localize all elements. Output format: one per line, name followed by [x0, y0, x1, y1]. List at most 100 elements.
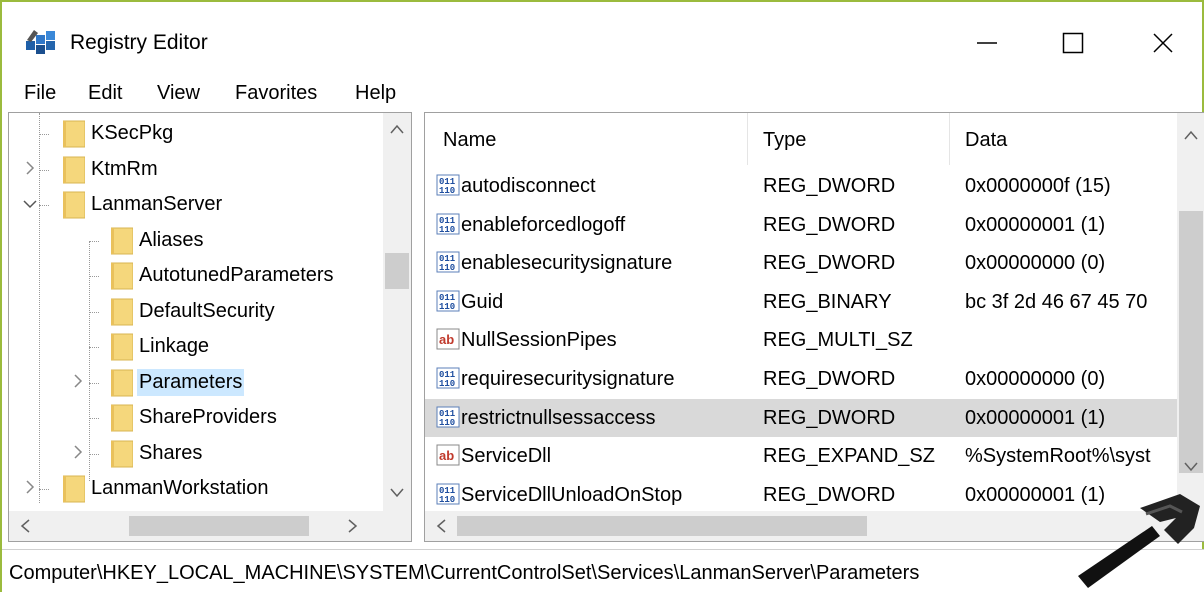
- scroll-up-icon[interactable]: [387, 119, 407, 139]
- tree-item[interactable]: Linkage: [9, 330, 383, 364]
- registry-value-type: REG_DWORD: [763, 368, 896, 390]
- status-bar: Computer\HKEY_LOCAL_MACHINE\SYSTEM\Curre…: [2, 549, 1204, 592]
- registry-value-row[interactable]: 011 110 Guid REG_BINARY bc 3f 2d 46 67 45 70: [425, 283, 1185, 321]
- binary-value-icon: 011110: [436, 290, 460, 312]
- menu-view[interactable]: View: [157, 82, 200, 105]
- svg-text:110: 110: [439, 186, 455, 196]
- tree-item[interactable]: KtmRm: [9, 153, 383, 187]
- window-title: Registry Editor: [70, 31, 208, 54]
- registry-value-row[interactable]: 011 110 enablesecuritysignature REG_DWORD 0x…: [425, 244, 1185, 282]
- minimize-button[interactable]: [952, 18, 1022, 68]
- registry-value-type: REG_DWORD: [763, 406, 896, 429]
- tree-item-label: DefaultSecurity: [139, 299, 275, 322]
- registry-value-type: REG_DWORD: [763, 213, 896, 236]
- tree-item[interactable]: Aliases: [9, 224, 383, 258]
- tree-vscroll-thumb[interactable]: [385, 253, 409, 289]
- tree-item[interactable]: ShareProviders: [9, 401, 383, 435]
- registry-value-row[interactable]: ab NullSessionPipes REG_MULTI_SZ: [425, 321, 1185, 359]
- tree-item-label: LanmanServer: [91, 193, 223, 215]
- scroll-up-icon[interactable]: [1181, 125, 1201, 145]
- hammer-logo-icon: [1078, 494, 1200, 588]
- scroll-left-icon[interactable]: [15, 516, 35, 536]
- menu-edit[interactable]: Edit: [88, 82, 122, 105]
- tree-item[interactable]: AutotunedParameters: [9, 259, 383, 293]
- tree-hscroll-thumb[interactable]: [129, 516, 309, 536]
- collapse-chevron-icon[interactable]: [23, 193, 37, 213]
- registry-value-row[interactable]: ab ServiceDll REG_EXPAND_SZ %SystemRoot%\sy…: [425, 437, 1185, 475]
- registry-editor-window: Registry Editor File Edit View Favorites…: [0, 0, 1204, 592]
- registry-value-row[interactable]: 011 110 enableforcedlogoff REG_DWORD 0x00000…: [425, 206, 1185, 244]
- tree-connector: [89, 418, 99, 419]
- svg-text:110: 110: [439, 418, 455, 428]
- column-header-data[interactable]: Data: [965, 113, 1007, 165]
- folder-icon: [111, 298, 133, 325]
- maximize-icon: [1062, 32, 1084, 54]
- values-hscroll-thumb[interactable]: [457, 516, 867, 536]
- registry-value-name: requiresecuritysignature: [461, 368, 675, 390]
- title-bar[interactable]: Registry Editor: [2, 2, 1202, 78]
- registry-value-type: REG_DWORD: [763, 252, 896, 275]
- tree-vertical-scrollbar[interactable]: [383, 113, 411, 511]
- tree-connector: [89, 276, 99, 277]
- registry-value-name: ServiceDll: [461, 445, 552, 468]
- tree-item[interactable]: LanmanWorkstation: [9, 472, 383, 506]
- tree-item[interactable]: DefaultSecurity: [9, 295, 383, 329]
- expand-chevron-icon[interactable]: [71, 442, 85, 462]
- column-separator[interactable]: [747, 113, 748, 165]
- menu-file[interactable]: File: [24, 82, 56, 105]
- binary-value-icon: 011110: [436, 483, 460, 505]
- expand-chevron-icon[interactable]: [23, 477, 37, 497]
- tree-item-label: Shares: [139, 441, 203, 464]
- registry-value-data: 0x00000001 (1): [965, 406, 1106, 429]
- tree-item-label: Aliases: [139, 228, 204, 251]
- values-vscroll-thumb[interactable]: [1179, 211, 1203, 473]
- tree-item[interactable]: KSecPkg: [9, 117, 383, 151]
- registry-value-data: 0x0000000f (15): [965, 175, 1111, 197]
- binary-value-icon: 011110: [436, 174, 460, 196]
- folder-icon: [111, 440, 133, 467]
- tree-item-label: Parameters: [137, 368, 245, 396]
- folder-icon: [111, 333, 133, 361]
- tree-connector: [89, 240, 99, 242]
- registry-values-list[interactable]: Name Type Data 011 110 autodisconnect REG_D…: [424, 112, 1204, 542]
- registry-value-name: restrictnullsessaccess: [461, 406, 656, 429]
- registry-key-tree[interactable]: KSecPkg KtmRm LanmanServer Aliases Autotuned…: [8, 112, 412, 542]
- menu-bar: File Edit View Favorites Help: [2, 78, 1202, 112]
- scroll-left-icon[interactable]: [431, 516, 451, 536]
- menu-help[interactable]: Help: [355, 82, 396, 105]
- binary-value-icon: 011110: [436, 251, 460, 273]
- tree-item[interactable]: LanmanServer: [9, 188, 383, 222]
- scroll-right-icon[interactable]: [343, 516, 363, 536]
- column-header-type[interactable]: Type: [763, 113, 806, 165]
- registry-value-name: NullSessionPipes: [461, 329, 617, 352]
- registry-value-type: REG_EXPAND_SZ: [763, 445, 935, 468]
- column-header-name[interactable]: Name: [443, 113, 496, 165]
- registry-value-row[interactable]: 011 110 autodisconnect REG_DWORD 0x0000000f …: [425, 167, 1185, 205]
- folder-icon: [63, 191, 85, 219]
- scroll-down-icon[interactable]: [1181, 457, 1201, 477]
- tree-horizontal-scrollbar[interactable]: [9, 511, 411, 541]
- expand-chevron-icon[interactable]: [71, 371, 85, 391]
- column-separator[interactable]: [949, 113, 950, 165]
- svg-text:110: 110: [439, 379, 455, 389]
- tree-item[interactable]: Parameters: [9, 366, 383, 400]
- tree-item-label: KtmRm: [91, 157, 158, 180]
- binary-value-icon: 011110: [436, 406, 460, 428]
- folder-icon: [111, 404, 133, 432]
- registry-value-data: %SystemRoot%\syst: [965, 445, 1151, 468]
- tree-item[interactable]: Shares: [9, 437, 383, 471]
- values-vertical-scrollbar[interactable]: [1177, 113, 1204, 511]
- registry-value-type: REG_DWORD: [763, 483, 896, 506]
- scroll-down-icon[interactable]: [387, 483, 407, 503]
- expand-chevron-icon[interactable]: [23, 158, 37, 178]
- maximize-button[interactable]: [1038, 18, 1108, 68]
- folder-icon: [63, 475, 85, 503]
- menu-favorites[interactable]: Favorites: [235, 82, 317, 105]
- svg-text:110: 110: [439, 495, 455, 505]
- tree-item-label: LanmanWorkstation: [91, 477, 269, 499]
- registry-value-row[interactable]: 011 110 requiresecuritysignature REG_DWORD 0…: [425, 360, 1185, 398]
- registry-value-type: REG_DWORD: [763, 175, 896, 197]
- registry-value-row[interactable]: 011 110 restrictnullsessaccess REG_DWORD 0x0…: [425, 398, 1185, 437]
- registry-value-name: ServiceDllUnloadOnStop: [461, 483, 683, 506]
- close-button[interactable]: [1128, 18, 1198, 68]
